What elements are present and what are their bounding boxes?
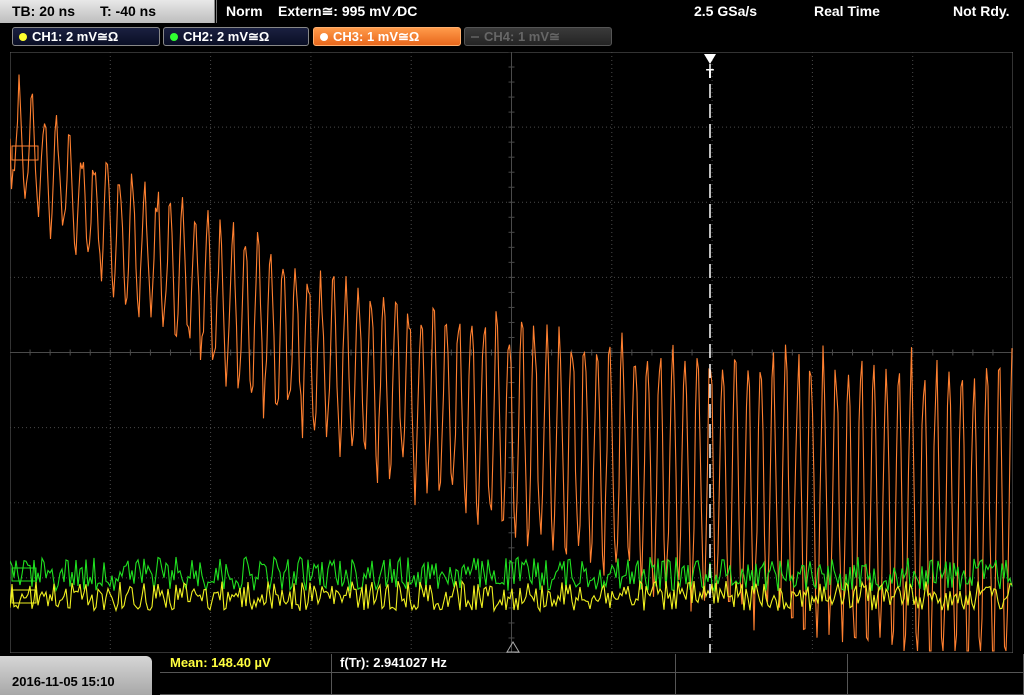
timebase-label: TB: 20 ns	[12, 3, 76, 19]
trigger-marker: T	[706, 66, 714, 81]
trigger-source[interactable]: Extern≅: 995 mV ⁄DC	[278, 3, 417, 20]
tab-ch1[interactable]: CH1: 2 mV≅Ω	[12, 27, 160, 46]
ch3-label: CH3: 1 mV≅Ω	[333, 29, 420, 44]
datetime-label: 2016-11-05 15:10	[12, 674, 115, 689]
acquisition-mode: Real Time	[814, 3, 880, 19]
divider	[216, 0, 217, 23]
ch4-indicator-icon	[471, 36, 479, 38]
waveform-display[interactable]: T	[10, 52, 1013, 653]
ch1-indicator-icon	[19, 33, 27, 41]
trigger-mode[interactable]: Norm	[226, 3, 263, 19]
ch2-indicator-icon	[170, 33, 178, 41]
run-status: Not Rdy.	[953, 3, 1010, 19]
ch3-indicator-icon	[320, 33, 328, 41]
status-bar: TB: 20 ns T: -40 ns Norm Extern≅: 995 mV…	[0, 0, 1024, 24]
datetime-box: 2016-11-05 15:10	[0, 656, 152, 695]
frequency-measurement[interactable]: f(Tr): 2.941027 Hz	[340, 655, 447, 670]
ch2-label: CH2: 2 mV≅Ω	[183, 29, 270, 44]
ch4-label: CH4: 1 mV≅	[484, 29, 560, 44]
tab-ch4[interactable]: CH4: 1 mV≅	[464, 27, 612, 46]
mean-measurement[interactable]: Mean: 148.40 µV	[170, 655, 271, 670]
measurement-panel	[160, 654, 1024, 695]
timebase-box[interactable]: TB: 20 ns T: -40 ns	[0, 0, 215, 23]
sample-rate: 2.5 GSa/s	[694, 3, 758, 19]
trigger-time-label: T: -40 ns	[100, 3, 157, 19]
tab-ch2[interactable]: CH2: 2 mV≅Ω	[163, 27, 309, 46]
tab-ch3[interactable]: CH3: 1 mV≅Ω	[313, 27, 461, 46]
ch1-label: CH1: 2 mV≅Ω	[32, 29, 119, 44]
